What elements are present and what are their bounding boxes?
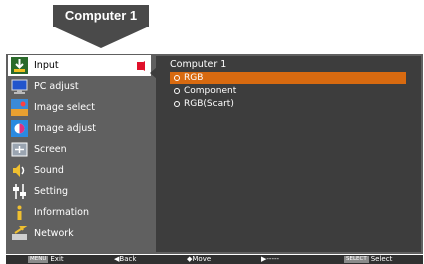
submenu-pointer <box>150 67 157 79</box>
menu-item-label: Screen <box>34 144 67 155</box>
guide-bar: MENU Exit ◀Back ◆Move ▶----- SELECT Select <box>6 255 423 264</box>
radio-icon <box>174 75 180 81</box>
option-rgb[interactable]: RGB <box>170 72 406 84</box>
image-select-icon <box>11 99 28 116</box>
menu-item-label: Setting <box>34 186 69 197</box>
menu-item-label: Image select <box>34 102 95 113</box>
input-icon <box>11 57 28 74</box>
sound-icon <box>11 162 28 179</box>
setting-icon <box>11 183 28 200</box>
menu-item-network[interactable]: Network <box>8 223 151 244</box>
menu-item-label: Sound <box>34 165 64 176</box>
main-menu: Input PC adjust Image select Image adjus… <box>6 54 153 254</box>
menu-item-label: PC adjust <box>34 81 79 92</box>
menu-item-image-select[interactable]: Image select <box>8 97 151 118</box>
pc-adjust-icon <box>11 78 28 95</box>
menu-item-setting[interactable]: Setting <box>8 181 151 202</box>
option-label: RGB(Scart) <box>184 99 234 109</box>
option-label: RGB <box>184 73 204 83</box>
guide-select-label: Select <box>370 255 393 263</box>
screen-icon <box>11 141 28 158</box>
callout-label: Computer 1 <box>64 8 138 23</box>
active-arrow-icon <box>137 61 145 71</box>
menu-item-label: Network <box>34 228 74 239</box>
guide-next-label: ----- <box>266 255 280 263</box>
guide-exit: MENU Exit <box>28 255 64 264</box>
guide-next: ▶----- <box>261 255 279 264</box>
guide-select: SELECT Select <box>344 255 392 264</box>
menu-panel: Input PC adjust Image select Image adjus… <box>6 54 423 254</box>
menu-item-label: Image adjust <box>34 123 96 134</box>
network-icon <box>11 225 28 242</box>
option-rgb-scart[interactable]: RGB(Scart) <box>170 98 406 110</box>
menu-item-screen[interactable]: Screen <box>8 139 151 160</box>
callout-arrow <box>53 26 149 48</box>
select-key-icon: SELECT <box>344 256 369 263</box>
menu-item-sound[interactable]: Sound <box>8 160 151 181</box>
source-callout: Computer 1 <box>53 5 149 48</box>
guide-move-label: Move <box>192 255 212 263</box>
option-label: Component <box>184 86 237 96</box>
menu-item-information[interactable]: Information <box>8 202 151 223</box>
radio-icon <box>174 101 180 107</box>
input-submenu: Computer 1 RGB Component RGB(Scart) <box>150 56 421 252</box>
guide-move: ◆Move <box>187 255 211 264</box>
information-icon <box>11 204 28 221</box>
menu-item-input[interactable]: Input <box>8 55 151 76</box>
option-component[interactable]: Component <box>170 85 406 97</box>
menu-item-pc-adjust[interactable]: PC adjust <box>8 76 151 97</box>
menu-item-label: Input <box>34 60 59 71</box>
guide-exit-label: Exit <box>50 255 64 263</box>
radio-icon <box>174 88 180 94</box>
guide-back-label: Back <box>119 255 137 263</box>
menu-item-label: Information <box>34 207 89 218</box>
image-adjust-icon <box>11 120 28 137</box>
guide-back: ◀Back <box>114 255 136 264</box>
menu-key-icon: MENU <box>28 256 49 263</box>
submenu-title: Computer 1 <box>170 59 227 70</box>
menu-item-image-adjust[interactable]: Image adjust <box>8 118 151 139</box>
